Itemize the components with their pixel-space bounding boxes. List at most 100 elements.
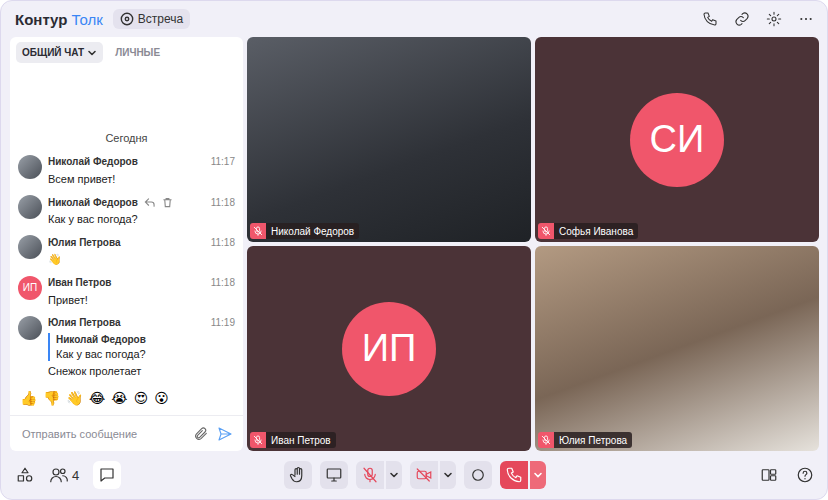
message-body: Юлия Петрова11:19Николай ФедоровКак у ва…	[48, 316, 235, 378]
reply-icon[interactable]	[144, 196, 156, 208]
participant-label: Николай Федоров	[250, 223, 359, 239]
camera-off-icon	[415, 466, 433, 484]
hangup-control	[500, 461, 546, 489]
message-text: Всем привет!	[48, 172, 235, 186]
mic-off-icon	[541, 435, 551, 445]
message-time: 11:19	[211, 317, 235, 328]
avatar-photo	[18, 155, 42, 179]
participant-label: Иван Петров	[250, 432, 336, 448]
message-time: 11:17	[211, 156, 235, 167]
reaction[interactable]: 😮	[154, 390, 169, 407]
mic-off-icon	[541, 226, 551, 236]
reaction[interactable]: 👎	[43, 390, 60, 407]
link-icon[interactable]	[733, 10, 751, 28]
toolbar-center	[284, 461, 546, 489]
participant-avatar: ИП	[342, 302, 436, 396]
avatar: ИП	[18, 276, 42, 300]
gear-icon[interactable]	[765, 10, 783, 28]
avatar-photo	[18, 235, 42, 259]
camera-options[interactable]	[440, 461, 456, 489]
message-input[interactable]	[20, 427, 185, 441]
message-time: 11:18	[211, 237, 235, 248]
send-icon[interactable]	[217, 426, 233, 442]
reaction-bar: 👍 👎 👋 😂 😭 😍 😮	[10, 384, 243, 415]
composer	[10, 415, 243, 451]
mic-off-icon	[253, 226, 263, 236]
message-author: Николай Федоров	[48, 197, 138, 208]
record-button[interactable]	[464, 461, 492, 489]
help-icon[interactable]	[795, 465, 815, 485]
mic-state	[538, 432, 554, 448]
message: Юлия Петрова11:19Николай ФедоровКак у ва…	[10, 313, 243, 384]
avatar-initials: СИ	[650, 118, 705, 161]
message-body: Николай Федоров11:17 Всем привет!	[48, 155, 235, 186]
screen-share-icon	[325, 466, 343, 484]
chat-tab[interactable]: ОБЩИЙ ЧАТ	[16, 42, 103, 63]
message-header: Николай Федоров11:18	[48, 195, 235, 209]
message-time: 11:18	[211, 277, 235, 288]
content: ОБЩИЙ ЧАТЛИЧНЫЕСегодняНиколай Федоров11:…	[1, 37, 827, 451]
participant-name: Софья Иванова	[554, 223, 638, 239]
avatar-photo	[18, 316, 42, 340]
message-header: Николай Федоров11:17	[48, 155, 235, 169]
paperclip-icon[interactable]	[193, 426, 209, 442]
video-grid: Николай Федоров СИ Софья Иванова ИП Иван Пет…	[247, 37, 819, 451]
shapes-icon[interactable]	[15, 465, 35, 485]
message-body: Николай Федоров11:18 Как у вас погода?	[48, 195, 235, 226]
reaction[interactable]: 😍	[134, 390, 149, 407]
raise-hand-icon	[289, 466, 307, 484]
avatar-photo	[18, 195, 42, 219]
more-dots-icon[interactable]	[797, 10, 815, 28]
message-header: Иван Петров11:18	[48, 276, 235, 290]
chat-tab-label: ЛИЧНЫЕ	[115, 47, 160, 58]
message: ИПИван Петров11:18Привет!	[10, 273, 243, 313]
header-actions	[701, 10, 815, 28]
logo-secondary: Толк	[71, 11, 102, 28]
hangup-button[interactable]	[500, 461, 528, 489]
raise-hand-button[interactable]	[284, 461, 312, 489]
reaction[interactable]: 😂	[89, 390, 105, 407]
participant-avatar: СИ	[630, 93, 724, 187]
reaction[interactable]: 😭	[111, 390, 127, 407]
date-divider: Сегодня	[10, 126, 243, 152]
participant-label: Юлия Петрова	[538, 432, 632, 448]
people-icon	[49, 465, 69, 485]
camera-control	[410, 461, 456, 489]
trash-icon[interactable]	[162, 196, 174, 208]
mic-state	[538, 223, 554, 239]
layout-icon[interactable]	[759, 465, 779, 485]
toolbar-left: 4	[15, 461, 284, 489]
mic-off-button[interactable]	[356, 461, 384, 489]
chevron-down-icon	[443, 470, 453, 480]
chat-button[interactable]	[93, 461, 121, 489]
meeting-chip[interactable]: Встреча	[113, 9, 190, 29]
phone-icon[interactable]	[701, 10, 719, 28]
message: Юлия Петрова11:18👋	[10, 232, 243, 272]
reaction[interactable]: 👋	[66, 390, 83, 407]
header: КонтурТолк Встреча	[1, 1, 827, 37]
hangup-options[interactable]	[530, 461, 546, 489]
participants-button[interactable]: 4	[49, 465, 79, 485]
message-text: Снежок пролетает	[48, 364, 235, 378]
message-body: Юлия Петрова11:18👋	[48, 235, 235, 266]
message-actions	[144, 196, 174, 208]
participant-label: Софья Иванова	[538, 223, 638, 239]
logo: КонтурТолк	[15, 11, 103, 28]
chat-tab[interactable]: ЛИЧНЫЕ	[109, 42, 166, 63]
message-header: Юлия Петрова11:18	[48, 235, 235, 249]
participant-tile: Николай Федоров	[247, 37, 531, 242]
message-text: Как у вас погода?	[48, 212, 235, 226]
quote-author: Николай Федоров	[56, 334, 235, 345]
mic-off-icon	[253, 435, 263, 445]
hangup-icon	[505, 466, 523, 484]
avatar-initials: ИП	[23, 282, 37, 293]
mic-options[interactable]	[386, 461, 402, 489]
reaction[interactable]: 👍	[20, 390, 37, 407]
participant-name: Иван Петров	[266, 432, 336, 448]
chevron-down-icon	[87, 48, 97, 58]
screen-share-button[interactable]	[320, 461, 348, 489]
toolbar-right	[546, 465, 815, 485]
participant-tile: СИ Софья Иванова	[535, 37, 819, 242]
camera-off-button[interactable]	[410, 461, 438, 489]
camera-lens-icon	[120, 12, 134, 26]
